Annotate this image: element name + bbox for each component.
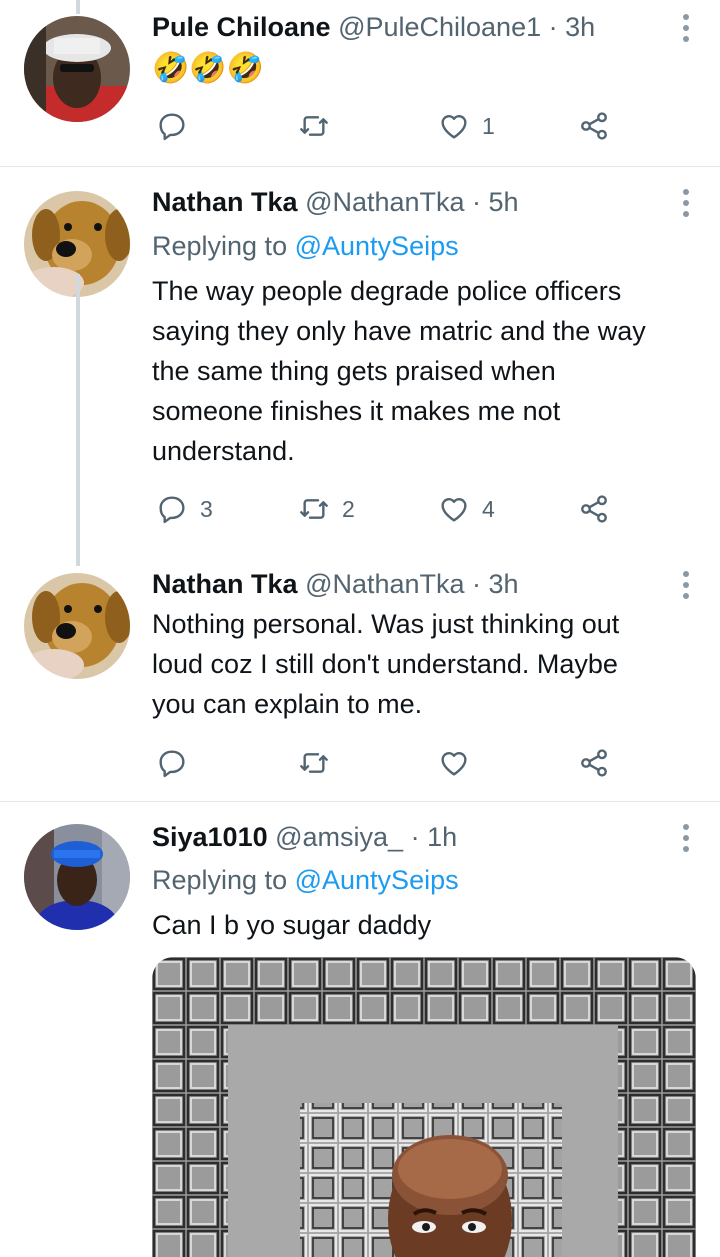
retweet-icon bbox=[300, 753, 328, 773]
retweet-count: 2 bbox=[342, 495, 355, 522]
more-icon[interactable] bbox=[682, 824, 690, 854]
share-icon bbox=[581, 112, 607, 140]
replying-to-label: Replying to bbox=[152, 231, 288, 261]
replying-to-handle[interactable]: @AuntySeips bbox=[295, 865, 459, 895]
tweet-text: Can I b yo sugar daddy bbox=[152, 905, 700, 945]
tweet-header: Pule Chiloane @PuleChiloane1 · 3h bbox=[152, 10, 595, 44]
avatar[interactable] bbox=[24, 573, 130, 679]
tweet-actions bbox=[152, 743, 632, 783]
tweet-text: Nothing personal. Was just thinking out … bbox=[152, 604, 700, 724]
retweet-button[interactable] bbox=[298, 106, 342, 146]
more-icon[interactable] bbox=[682, 571, 690, 601]
heart-icon bbox=[441, 752, 467, 776]
tweet-text-line: the same thing gets praised when bbox=[152, 356, 556, 386]
reply-icon bbox=[159, 750, 185, 778]
display-name[interactable]: Nathan Tka bbox=[152, 187, 298, 217]
reply-button[interactable] bbox=[156, 106, 200, 146]
retweet-icon bbox=[300, 499, 328, 519]
tweet-text-line: someone finishes it makes me not bbox=[152, 396, 561, 426]
replying-to: Replying to @AuntySeips bbox=[152, 229, 459, 263]
tweet-text-line: loud coz I still don't understand. Maybe bbox=[152, 649, 618, 679]
display-name[interactable]: Pule Chiloane bbox=[152, 12, 331, 42]
replying-to-label: Replying to bbox=[152, 865, 288, 895]
avatar[interactable] bbox=[24, 824, 130, 930]
share-button[interactable] bbox=[578, 743, 610, 783]
like-button[interactable] bbox=[438, 743, 482, 783]
replying-to: Replying to @AuntySeips bbox=[152, 863, 459, 897]
reply-button[interactable] bbox=[156, 743, 200, 783]
heart-icon bbox=[441, 115, 467, 139]
tweet-text-line: Nothing personal. Was just thinking out bbox=[152, 609, 620, 639]
share-icon bbox=[581, 749, 607, 777]
display-name[interactable]: Siya1010 bbox=[152, 822, 268, 852]
tweet-text: The way people degrade police officers s… bbox=[152, 271, 700, 471]
like-button[interactable]: 1 bbox=[438, 106, 495, 146]
heart-icon bbox=[441, 498, 467, 522]
handle-time: @NathanTka · 3h bbox=[305, 569, 519, 599]
like-count: 4 bbox=[482, 495, 495, 522]
reply-count: 3 bbox=[200, 495, 213, 522]
retweet-button[interactable]: 2 bbox=[298, 489, 355, 529]
tweet-text-line: saying they only have matric and the way bbox=[152, 316, 646, 346]
more-icon[interactable] bbox=[682, 189, 690, 219]
thread-connector bbox=[76, 274, 80, 566]
tweet-header: Nathan Tka @NathanTka · 5h bbox=[152, 185, 519, 219]
tweet-nathan-2[interactable]: Nathan Tka @NathanTka · 3h Nothing perso… bbox=[0, 567, 720, 801]
tweet-text-line: Can I b yo sugar daddy bbox=[152, 910, 432, 940]
handle-time: @PuleChiloane1 · 3h bbox=[338, 12, 596, 42]
tweet-text-line: The way people degrade police officers bbox=[152, 276, 622, 306]
reply-icon bbox=[159, 113, 185, 141]
tweet-nathan-1[interactable]: Nathan Tka @NathanTka · 5h Replying to @… bbox=[0, 167, 720, 567]
tweet-text-line: you can explain to me. bbox=[152, 689, 423, 719]
handle-time: @amsiya_ · 1h bbox=[275, 822, 458, 852]
display-name[interactable]: Nathan Tka bbox=[152, 569, 298, 599]
tweet-header: Nathan Tka @NathanTka · 3h bbox=[152, 567, 519, 601]
tweet-media-image[interactable] bbox=[152, 957, 696, 1257]
handle-time: @NathanTka · 5h bbox=[305, 187, 519, 217]
reply-button[interactable]: 3 bbox=[156, 489, 213, 529]
retweet-icon bbox=[300, 116, 328, 136]
more-icon[interactable] bbox=[682, 14, 690, 44]
tweet-actions: 1 bbox=[152, 106, 632, 146]
tweet-text: 🤣🤣🤣 bbox=[152, 52, 265, 85]
tweet-header: Siya1010 @amsiya_ · 1h bbox=[152, 820, 457, 854]
reply-icon bbox=[159, 496, 185, 524]
like-button[interactable]: 4 bbox=[438, 489, 495, 529]
tweet-text-line: understand. bbox=[152, 436, 295, 466]
share-button[interactable] bbox=[578, 106, 610, 146]
replying-to-handle[interactable]: @AuntySeips bbox=[295, 231, 459, 261]
share-button[interactable] bbox=[578, 489, 610, 529]
avatar[interactable] bbox=[24, 16, 130, 122]
tweet-actions: 3 2 4 bbox=[152, 489, 632, 529]
like-count: 1 bbox=[482, 112, 495, 139]
tweet-pule[interactable]: Pule Chiloane @PuleChiloane1 · 3h 🤣🤣🤣 1 bbox=[0, 0, 720, 166]
share-icon bbox=[581, 495, 607, 523]
retweet-button[interactable] bbox=[298, 743, 342, 783]
